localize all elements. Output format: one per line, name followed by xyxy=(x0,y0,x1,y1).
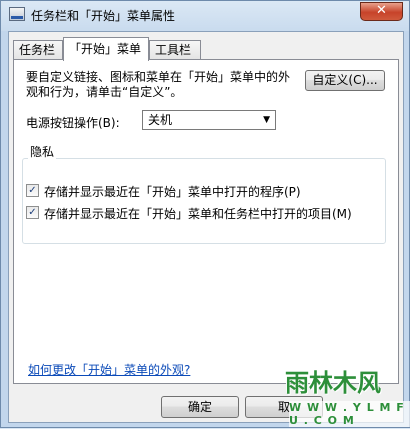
power-button-value: 关机 xyxy=(148,113,173,127)
watermark-main-text: 雨林木风 xyxy=(285,369,381,397)
chevron-down-icon: ▼ xyxy=(263,115,270,125)
tab-taskbar[interactable]: 任务栏 xyxy=(13,40,63,60)
help-link[interactable]: 如何更改「开始」菜单的外观? xyxy=(28,361,190,378)
store-recent-programs-checkbox[interactable]: ✓ xyxy=(26,184,39,197)
customize-description: 要自定义链接、图标和菜单在「开始」菜单中的外观和行为，请单击“自定义”。 xyxy=(26,70,291,99)
store-recent-items-checkbox[interactable]: ✓ xyxy=(26,206,39,219)
privacy-group xyxy=(22,158,386,244)
watermark-url: W W W . Y L M F U . C O M xyxy=(289,401,410,427)
power-button-label: 电源按钮操作(B): xyxy=(26,116,120,130)
taskbar-icon xyxy=(9,7,25,21)
store-recent-items-label[interactable]: 存储并显示最近在「开始」菜单和任务栏中打开的项目(M) xyxy=(44,205,352,222)
title-bar[interactable]: 任务栏和「开始」菜单属性 ✕ xyxy=(1,1,409,29)
window-title: 任务栏和「开始」菜单属性 xyxy=(31,9,176,23)
dialog-window: 任务栏和「开始」菜单属性 ✕ 任务栏 「开始」菜单 工具栏 要自定义链接、图标和… xyxy=(0,0,410,428)
tab-start-menu[interactable]: 「开始」菜单 xyxy=(63,37,149,61)
store-recent-programs-label[interactable]: 存储并显示最近在「开始」菜单中打开的程序(P) xyxy=(44,183,301,200)
close-button[interactable]: ✕ xyxy=(360,2,403,21)
power-button-select[interactable]: 关机 ▼ xyxy=(142,110,276,130)
privacy-group-title: 隐私 xyxy=(28,143,57,160)
watermark-logo: 雨林木风 W W W . Y L M F U . C O M xyxy=(273,361,410,429)
tab-toolbars[interactable]: 工具栏 xyxy=(149,40,201,60)
ok-button[interactable]: 确定 xyxy=(161,396,239,418)
start-menu-panel: 要自定义链接、图标和菜单在「开始」菜单中的外观和行为，请单击“自定义”。 自定义… xyxy=(13,59,399,384)
customize-button[interactable]: 自定义(C)... xyxy=(305,70,385,91)
